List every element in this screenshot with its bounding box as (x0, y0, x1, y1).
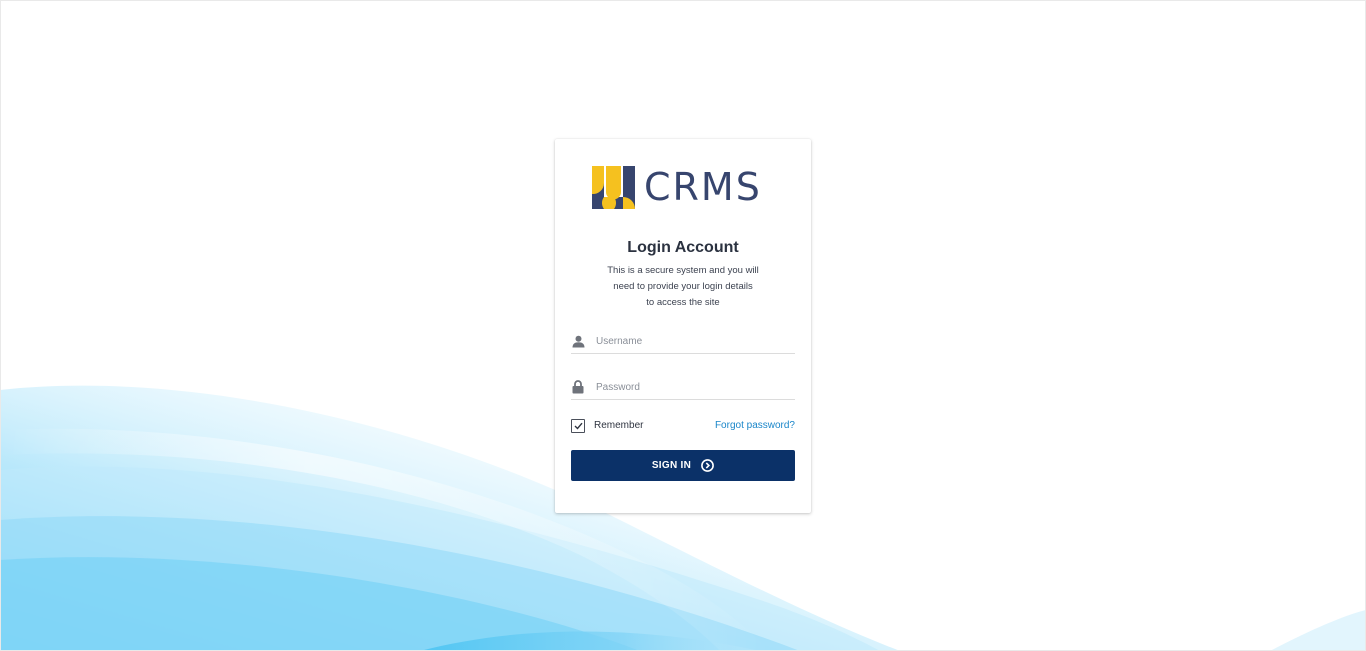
password-input[interactable] (596, 381, 786, 393)
brand-logo: CRMS (592, 165, 762, 209)
remember-checkbox[interactable] (571, 418, 585, 433)
username-input[interactable] (596, 335, 786, 347)
arrow-circle-right-icon (701, 459, 715, 472)
user-icon (571, 334, 585, 348)
crms-logo-icon (592, 165, 635, 209)
check-icon (574, 422, 583, 430)
remember-row: Remember Forgot password? (571, 417, 795, 434)
lock-icon (571, 380, 585, 394)
forgot-password-link[interactable]: Forgot password? (715, 420, 795, 431)
username-field (571, 329, 795, 354)
subtitle-line: This is a secure system and you will (607, 265, 759, 276)
login-subtitle: This is a secure system and you will nee… (585, 263, 781, 311)
subtitle-line: to access the site (646, 297, 720, 308)
sign-in-label: SIGN IN (651, 460, 692, 471)
subtitle-line: need to provide your login details (613, 281, 753, 292)
page-title: Login Account (627, 239, 739, 256)
login-card: CRMS Login Account This is a secure syst… (555, 139, 811, 513)
password-field (571, 375, 795, 400)
brand-name: CRMS (644, 165, 762, 209)
remember-label: Remember (594, 420, 644, 431)
sign-in-button[interactable]: SIGN IN (571, 450, 795, 481)
